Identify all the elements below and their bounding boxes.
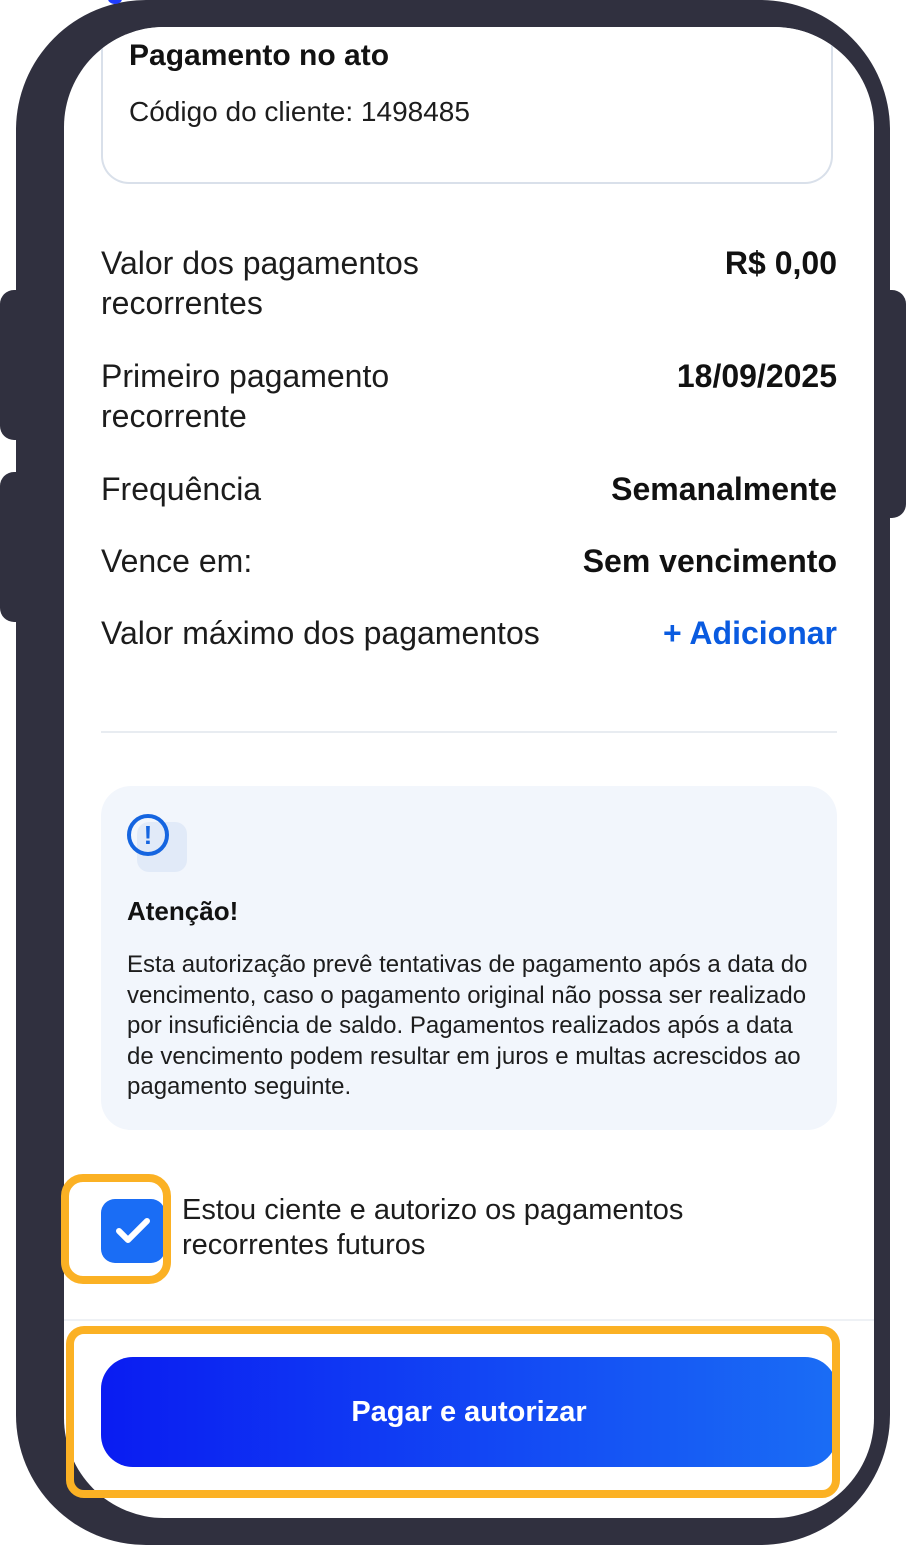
consent-label[interactable]: Estou ciente e autorizo os pagamentos re… — [182, 1193, 802, 1263]
detail-row-max-amount: Valor máximo dos pagamentos + Adicionar — [101, 613, 837, 653]
detail-value: R$ 0,00 — [724, 245, 837, 281]
detail-label: Valor dos pagamentos recorrentes — [101, 245, 419, 321]
alert-icon-container: ! — [127, 814, 189, 874]
detail-label: Valor máximo dos pagamentos — [101, 615, 540, 651]
attention-alert: ! Atenção! Esta autorização prevê tentat… — [101, 786, 837, 1130]
add-max-amount-link[interactable]: + Adicionar — [663, 613, 837, 653]
card-title: Pagamento no ato — [129, 39, 390, 72]
checkbox-highlight — [61, 1174, 171, 1284]
detail-row-recurring-amount: Valor dos pagamentos recorrentes R$ 0,00 — [101, 243, 837, 323]
payment-summary-card: Pagamento no ato Código do cliente: 1498… — [101, 27, 833, 184]
alert-title: Atenção! — [127, 896, 239, 926]
detail-label: Vence em: — [101, 543, 253, 579]
detail-label: Frequência — [101, 471, 262, 507]
detail-label: Primeiro pagamento recorrente — [101, 358, 390, 434]
screen: Pagamento no ato Código do cliente: 1498… — [64, 27, 874, 1518]
detail-row-frequency: Frequência Semanalmente — [101, 469, 837, 509]
footer-separator — [64, 1319, 874, 1321]
frame-dot — [108, 0, 122, 4]
phone-frame: Pagamento no ato Código do cliente: 1498… — [16, 0, 890, 1545]
divider — [101, 731, 837, 733]
detail-row-first-payment: Primeiro pagamento recorrente 18/09/2025 — [101, 356, 837, 436]
detail-row-due: Vence em: Sem vencimento — [101, 541, 837, 581]
detail-value: Sem vencimento — [582, 543, 837, 579]
exclamation-circle-icon: ! — [127, 814, 169, 856]
detail-value: Semanalmente — [611, 471, 837, 507]
button-highlight — [66, 1326, 840, 1498]
detail-value: 18/09/2025 — [676, 358, 837, 394]
alert-text: Esta autorização prevê tentativas de pag… — [127, 951, 808, 1100]
client-code: Código do cliente: 1498485 — [129, 96, 470, 127]
